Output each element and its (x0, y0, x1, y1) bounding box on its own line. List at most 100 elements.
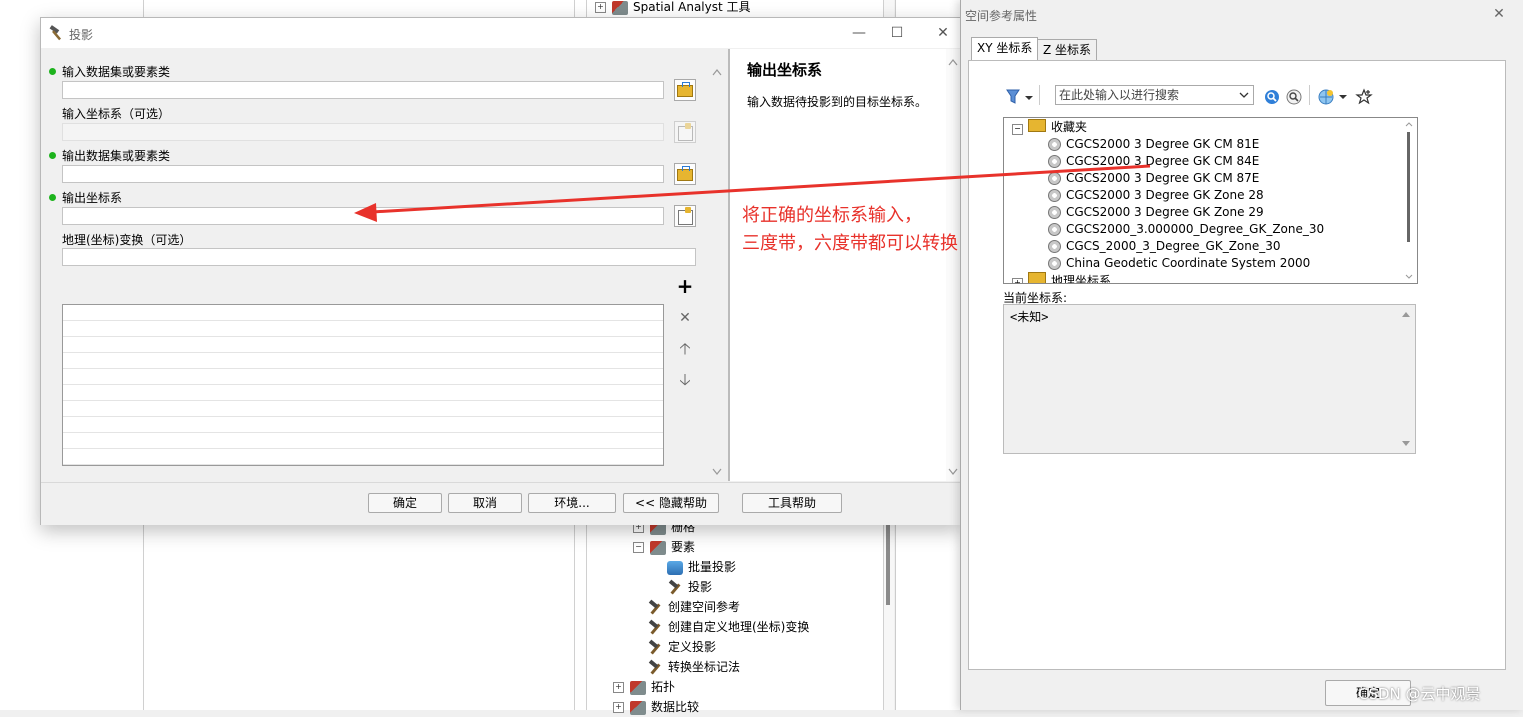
tree-item-spatial-analyst[interactable]: + Spatial Analyst 工具 (595, 0, 751, 17)
chevron-down-icon[interactable] (1237, 88, 1251, 102)
geo-transform-field[interactable] (62, 248, 696, 266)
tree-item[interactable]: + 数据比较 (613, 697, 699, 717)
parameters-scrollbar[interactable] (710, 65, 724, 479)
tree-item[interactable]: 创建空间参考 (647, 597, 740, 617)
input-cs-field (62, 123, 664, 141)
tree-folder-geographic[interactable]: + 地理坐标系 (1012, 272, 1111, 283)
tool-help-button[interactable]: 工具帮助 (742, 493, 842, 513)
tree-item[interactable]: 定义投影 (647, 637, 716, 657)
toolbox-icon (612, 0, 628, 15)
output-cs-field[interactable] (62, 207, 664, 225)
hammer-icon (647, 641, 663, 655)
tab-xy-coordinate-system[interactable]: XY 坐标系 (971, 37, 1039, 60)
ok-button[interactable]: 确定 (368, 493, 442, 513)
globe-icon (1048, 155, 1061, 168)
hammer-icon (647, 601, 663, 615)
annotation-line-2: 三度带，六度带都可以转换 (742, 233, 958, 254)
project-dialog: 投影 — ☐ ✕ 输入数据集或要素类 输入坐标系（可选） 输出数据集或要素类 输… (40, 17, 962, 525)
collapse-icon[interactable]: − (1012, 124, 1023, 135)
input-dataset-field[interactable] (62, 81, 664, 99)
tree-item-label: 拓扑 (651, 680, 676, 694)
toolbox-icon (650, 540, 666, 555)
coordinate-system-item[interactable]: CGCS2000 3 Degree GK CM 87E (1048, 170, 1259, 187)
expand-icon[interactable]: + (1012, 278, 1023, 283)
coordinate-system-item[interactable]: CGCS2000 3 Degree GK Zone 28 (1048, 187, 1264, 204)
tree-item[interactable]: 投影 (667, 577, 712, 597)
hammer-icon (647, 621, 663, 635)
hammer-icon (49, 25, 62, 41)
toolbox-icon (630, 680, 646, 695)
current-cs-value: <未知> (1010, 310, 1049, 324)
globe-icon (1048, 257, 1061, 270)
chevron-down-icon[interactable] (1338, 92, 1348, 102)
output-cs-properties-button[interactable] (674, 205, 696, 227)
clear-search-icon[interactable] (1285, 88, 1303, 106)
tree-item-label: 数据比较 (651, 700, 700, 714)
hammer-icon (667, 581, 683, 595)
browse-input-button[interactable] (674, 79, 696, 101)
tree-item[interactable]: 转换坐标记法 (647, 657, 740, 677)
output-cs-label: 输出坐标系 (62, 191, 123, 205)
input-cs-properties-button (674, 121, 696, 143)
tree-item-label: 批量投影 (688, 560, 737, 574)
tree-folder-favorites[interactable]: − 收藏夹 (1012, 119, 1087, 136)
dialog-titlebar[interactable]: 投影 — ☐ ✕ (41, 18, 961, 48)
open-folder-icon (677, 166, 693, 181)
hide-help-button[interactable]: << 隐藏帮助 (623, 493, 719, 513)
details-scrollbar[interactable] (1400, 307, 1412, 451)
output-dataset-field[interactable] (62, 165, 664, 183)
favorite-star-icon[interactable] (1355, 88, 1373, 106)
move-up-icon[interactable]: 🡡 (674, 338, 696, 360)
move-down-icon[interactable]: 🡣 (674, 369, 696, 391)
tree-item[interactable]: − 要素 (633, 537, 695, 557)
coordinate-system-label: CGCS2000_3.000000_Degree_GK_Zone_30 (1066, 222, 1325, 236)
open-folder-icon (677, 82, 693, 97)
globe-icon (1048, 223, 1061, 236)
cancel-button[interactable]: 取消 (448, 493, 522, 513)
dialog-title: 投影 (69, 28, 94, 42)
globe-icon (1048, 189, 1061, 202)
coordinate-system-item[interactable]: CGCS_2000_3_Degree_GK_Zone_30 (1048, 238, 1281, 255)
coordinate-system-label: CGCS2000 3 Degree GK Zone 28 (1066, 188, 1264, 202)
coordinate-system-item[interactable]: CGCS2000 3 Degree GK CM 81E (1048, 136, 1259, 153)
globe-add-icon[interactable] (1317, 88, 1335, 106)
coordinate-system-item[interactable]: CGCS2000_3.000000_Degree_GK_Zone_30 (1048, 221, 1324, 238)
help-text: 输入数据待投影到的目标坐标系。 (747, 95, 928, 109)
search-icon[interactable] (1263, 88, 1281, 106)
minimize-button[interactable]: — (849, 24, 869, 42)
coordinate-system-item[interactable]: CGCS2000 3 Degree GK CM 84E (1048, 153, 1259, 170)
coordinate-system-tree[interactable]: − 收藏夹 CGCS2000 3 Degree GK CM 81E CGCS2000… (1003, 117, 1418, 284)
filter-icon[interactable] (1005, 88, 1035, 106)
close-button[interactable]: ✕ (933, 24, 953, 42)
expand-icon[interactable]: + (613, 702, 624, 713)
add-icon[interactable]: + (674, 275, 696, 297)
expand-icon[interactable]: + (595, 2, 606, 13)
help-scrollbar[interactable] (946, 49, 960, 481)
tree-item[interactable]: + 拓扑 (613, 677, 675, 697)
help-pane: 输出坐标系 输入数据待投影到的目标坐标系。 (729, 49, 960, 481)
folder-icon (1028, 119, 1046, 132)
environments-button[interactable]: 环境... (528, 493, 616, 513)
maximize-button[interactable]: ☐ (887, 24, 907, 42)
tree-item-label: 创建空间参考 (668, 600, 741, 614)
tree-item[interactable]: 创建自定义地理(坐标)变换 (647, 617, 809, 637)
properties-icon (677, 123, 693, 141)
tree-item-label: 定义投影 (668, 640, 717, 654)
tree-item-label: 转换坐标记法 (668, 660, 741, 674)
coordinate-system-item[interactable]: China Geodetic Coordinate System 2000 (1048, 255, 1310, 272)
close-button[interactable]: ✕ (1489, 4, 1509, 24)
toolbar-separator (1309, 85, 1310, 105)
transformation-list[interactable] (62, 304, 664, 466)
collapse-icon[interactable]: − (633, 542, 644, 553)
tree-scrollbar-thumb[interactable] (886, 520, 890, 605)
search-input[interactable]: 在此处输入以进行搜索 (1055, 85, 1254, 105)
expand-icon[interactable]: + (613, 682, 624, 693)
tree-item[interactable]: 批量投影 (667, 557, 736, 577)
remove-icon[interactable]: ✕ (674, 307, 696, 329)
browse-output-button[interactable] (674, 163, 696, 185)
coordinate-system-item[interactable]: CGCS2000 3 Degree GK Zone 29 (1048, 204, 1264, 221)
dialog-footer: 确定 取消 环境... << 隐藏帮助 工具帮助 (41, 482, 961, 525)
tree-scrollbar[interactable] (1403, 118, 1415, 283)
tab-z-coordinate-system[interactable]: Z 坐标系 (1037, 39, 1098, 60)
script-icon (667, 560, 683, 575)
